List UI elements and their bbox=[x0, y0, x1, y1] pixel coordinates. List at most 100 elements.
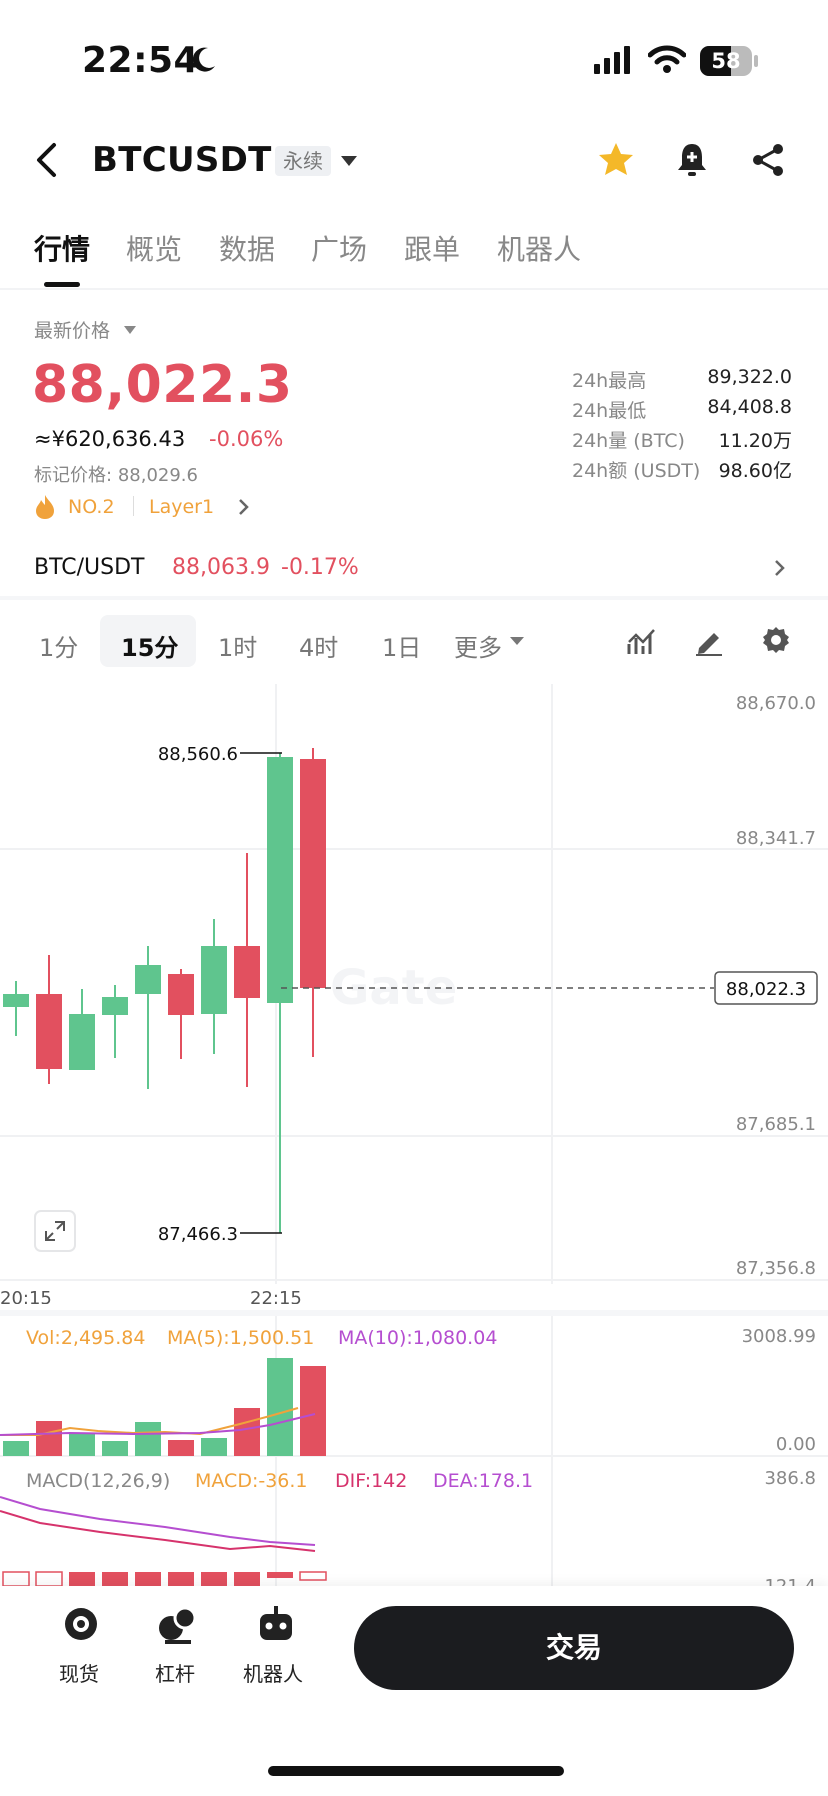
signal-icon bbox=[594, 46, 630, 74]
volume-bar bbox=[135, 1422, 161, 1456]
last-price: 88,022.3 bbox=[32, 355, 293, 415]
macd-value: MACD:-36.1 bbox=[195, 1470, 308, 1492]
price-type-dropdown-icon[interactable] bbox=[124, 325, 136, 335]
candle-body bbox=[102, 997, 128, 1015]
tab-market[interactable]: 行情 bbox=[34, 228, 90, 268]
spot-nav-button[interactable]: 现货 bbox=[46, 1604, 116, 1694]
dea-line bbox=[0, 1496, 316, 1546]
spot-pair: BTC/USDT bbox=[34, 555, 145, 580]
flame-icon bbox=[36, 495, 54, 519]
candlestick-chart[interactable]: Gate 88,022.3 88,670.0 88,341.7 87,685.1… bbox=[0, 684, 828, 1304]
volume-bar bbox=[102, 1441, 128, 1456]
wifi-icon bbox=[648, 45, 686, 73]
candle-body bbox=[3, 994, 29, 1007]
back-arrow-icon[interactable] bbox=[34, 142, 60, 178]
macd-axis-top: 386.8 bbox=[764, 1468, 816, 1489]
macd-params: MACD(12,26,9) bbox=[26, 1470, 171, 1492]
symbol-dropdown-icon[interactable] bbox=[340, 154, 358, 168]
candle-body bbox=[201, 946, 227, 1014]
divider bbox=[0, 596, 828, 600]
macd-axis-bottom: 121.4 bbox=[764, 1576, 816, 1586]
price-cny: ≈¥620,636.43 bbox=[34, 427, 186, 451]
drawing-tool-icon[interactable] bbox=[694, 626, 724, 656]
timeframe-1h[interactable]: 1时 bbox=[218, 628, 257, 663]
tab-bots[interactable]: 机器人 bbox=[497, 228, 581, 268]
rank-badge[interactable]: NO.2 bbox=[68, 496, 115, 518]
stat-volume-label: 24h量 (BTC) bbox=[572, 430, 685, 452]
timeframe-15m[interactable]: 15分 bbox=[121, 628, 178, 663]
trade-button[interactable]: 交易 bbox=[354, 1606, 794, 1690]
leverage-nav-label: 杠杆 bbox=[155, 1662, 195, 1686]
macd-bar bbox=[168, 1572, 194, 1586]
candle-body bbox=[135, 965, 161, 994]
stat-high-label: 24h最高 bbox=[572, 370, 647, 392]
current-price-tag-text: 88,022.3 bbox=[726, 979, 806, 1000]
macd-bar bbox=[201, 1572, 227, 1586]
volume-ma10: MA(10):1,080.04 bbox=[338, 1327, 498, 1349]
timeframe-4h[interactable]: 4时 bbox=[299, 628, 338, 663]
indicator-panel[interactable]: 3008.99 0.00 386.8 121.4 bbox=[0, 1316, 828, 1586]
bot-nav-label: 机器人 bbox=[243, 1662, 303, 1686]
bot-nav-button[interactable]: 机器人 bbox=[236, 1604, 316, 1694]
spot-price: 88,063.9 bbox=[172, 555, 270, 580]
volume-bar bbox=[300, 1366, 326, 1456]
home-indicator bbox=[268, 1766, 564, 1776]
macd-bar bbox=[35, 1571, 63, 1586]
chevron-right-icon bbox=[775, 560, 785, 576]
candle-body bbox=[300, 759, 326, 988]
timeframe-more[interactable]: 更多 bbox=[454, 628, 502, 663]
spot-coins-icon bbox=[65, 1608, 97, 1640]
tab-overview[interactable]: 概览 bbox=[126, 228, 182, 268]
dif-value: DIF:142 bbox=[335, 1470, 408, 1492]
indicators-icon[interactable] bbox=[627, 626, 657, 656]
share-icon[interactable] bbox=[750, 142, 786, 178]
last-price-label[interactable]: 最新价格 bbox=[34, 316, 110, 343]
volume-bar bbox=[234, 1408, 260, 1456]
candle-body bbox=[36, 994, 62, 1069]
spot-nav-label: 现货 bbox=[59, 1662, 99, 1686]
price-change: -0.06% bbox=[209, 427, 284, 451]
timeframe-1m[interactable]: 1分 bbox=[39, 628, 78, 663]
spot-pair-row[interactable]: BTC/USDT 88,063.9 -0.17% bbox=[0, 540, 828, 596]
chart-settings-gear-icon[interactable] bbox=[761, 625, 791, 655]
leverage-nav-button[interactable]: 杠杆 bbox=[142, 1604, 212, 1694]
active-tab-indicator bbox=[44, 282, 80, 287]
dif-line bbox=[0, 1510, 316, 1552]
timeframe-1d[interactable]: 1日 bbox=[382, 628, 421, 663]
separator bbox=[133, 496, 134, 516]
favorite-star-icon[interactable] bbox=[597, 141, 635, 177]
status-bar: 22:54 58 bbox=[0, 0, 828, 120]
macd-bar bbox=[69, 1572, 95, 1586]
battery-tip bbox=[754, 55, 758, 67]
y-axis-label: 87,685.1 bbox=[736, 1114, 816, 1135]
y-axis-label: 88,670.0 bbox=[736, 693, 816, 714]
volume-bar bbox=[168, 1440, 194, 1456]
volume-axis-top: 3008.99 bbox=[742, 1326, 816, 1347]
macd-bar bbox=[299, 1571, 327, 1581]
contract-type-badge: 永续 bbox=[275, 146, 331, 176]
macd-bar bbox=[2, 1571, 30, 1586]
x-axis-label: 22:15 bbox=[250, 1288, 302, 1304]
price-alert-bell-icon[interactable] bbox=[676, 141, 708, 179]
stat-low-label: 24h最低 bbox=[572, 400, 647, 422]
x-axis-label: 20:15 bbox=[0, 1288, 52, 1304]
tab-copy-trading[interactable]: 跟单 bbox=[404, 228, 460, 268]
chevron-right-icon[interactable] bbox=[238, 498, 250, 516]
fullscreen-button[interactable] bbox=[34, 1210, 76, 1252]
macd-bar bbox=[234, 1572, 260, 1586]
sector-tag[interactable]: Layer1 bbox=[149, 496, 214, 518]
y-axis-label: 88,341.7 bbox=[736, 828, 816, 849]
more-dropdown-icon[interactable] bbox=[510, 636, 524, 646]
battery-icon: 58 bbox=[700, 46, 752, 76]
mark-price-value: 88,029.6 bbox=[117, 465, 198, 486]
tab-bar: 行情 概览 数据 广场 跟单 机器人 bbox=[0, 228, 828, 288]
dea-value: DEA:178.1 bbox=[433, 1470, 534, 1492]
stat-turnover-value: 98.60亿 bbox=[718, 460, 792, 482]
volume-bar bbox=[267, 1358, 293, 1456]
tab-square[interactable]: 广场 bbox=[311, 228, 367, 268]
candle-body bbox=[267, 757, 293, 1003]
symbol-title[interactable]: BTCUSDT bbox=[92, 140, 272, 180]
volume-bar bbox=[36, 1421, 62, 1456]
tab-data[interactable]: 数据 bbox=[219, 228, 275, 268]
volume-value: Vol:2,495.84 bbox=[26, 1327, 146, 1349]
